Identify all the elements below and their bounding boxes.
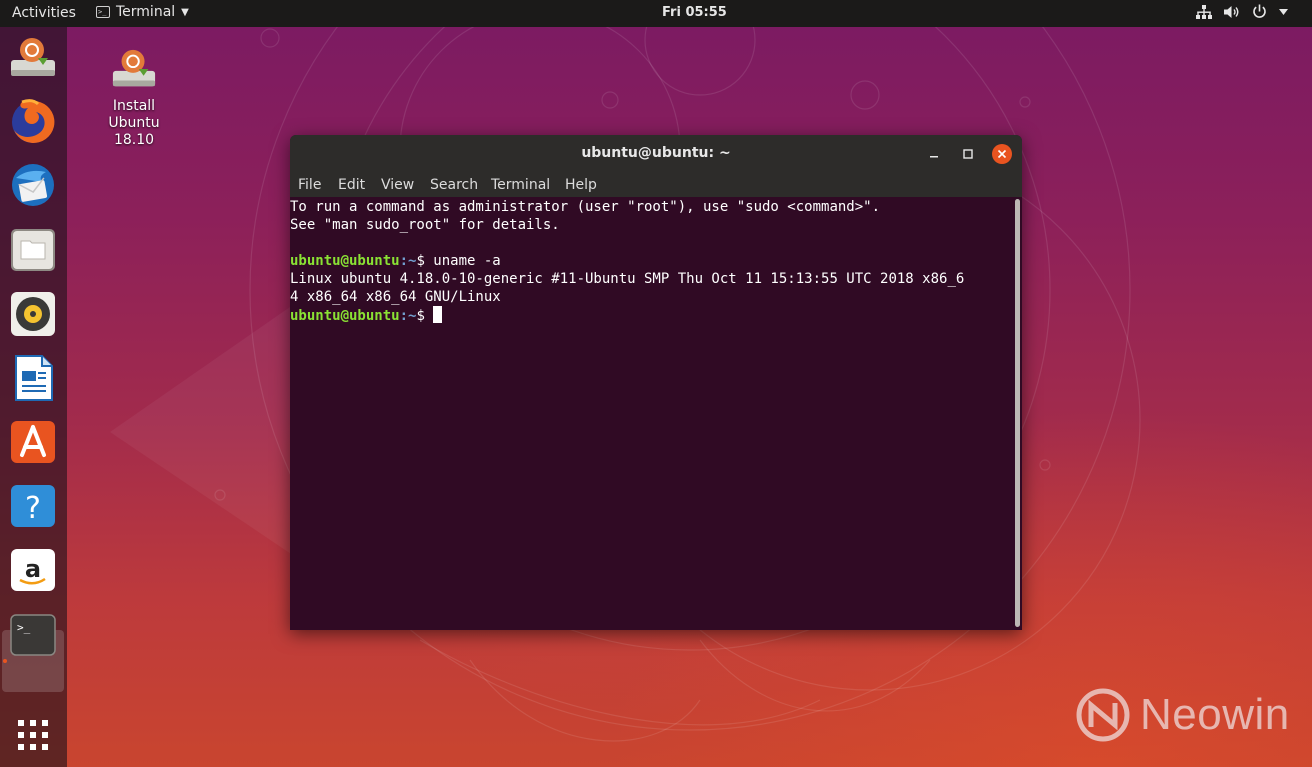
app-menu-label: Terminal: [116, 4, 176, 20]
prompt-user: ubuntu@ubuntu: [290, 253, 400, 269]
network-icon: [1196, 4, 1212, 19]
installer-icon: [112, 49, 156, 87]
dock-item-writer[interactable]: [8, 353, 58, 403]
terminal-icon: >_: [10, 614, 56, 656]
desktop-install-ubuntu[interactable]: Install Ubuntu 18.10: [99, 46, 169, 149]
files-icon: [11, 229, 55, 271]
thunderbird-icon: [12, 164, 54, 206]
maximize-icon: [963, 149, 973, 159]
watermark-text: Neowin: [1140, 690, 1290, 739]
terminal-prompt-line: ubuntu@ubuntu:~$: [290, 306, 443, 325]
desktop-icon-label: Install Ubuntu 18.10: [108, 98, 160, 148]
window-titlebar[interactable]: ubuntu@ubuntu: ~: [290, 135, 1022, 173]
app-grid-icon: [18, 720, 48, 750]
terminal-line: See "man sudo_root" for details.: [290, 217, 560, 233]
terminal-window: ubuntu@ubuntu: ~ File Edit View Search T…: [290, 135, 1022, 630]
prompt-path: :~: [399, 308, 417, 324]
menu-help[interactable]: Help: [565, 177, 597, 193]
terminal-line: Linux ubuntu 4.18.0-10-generic #11-Ubunt…: [290, 271, 965, 287]
dock-item-install-ubuntu[interactable]: [8, 32, 58, 82]
installer-icon: [11, 38, 55, 76]
dock-item-rhythmbox[interactable]: [8, 289, 58, 339]
dock-item-help[interactable]: ?: [8, 481, 58, 531]
terminal-icon: >_: [96, 6, 110, 18]
dock-item-thunderbird[interactable]: [8, 160, 58, 210]
svg-text:a: a: [25, 555, 41, 583]
terminal-cursor: [433, 306, 443, 323]
terminal-scrollbar[interactable]: [1014, 197, 1022, 630]
svg-text:?: ?: [25, 491, 41, 526]
volume-icon: [1224, 5, 1240, 19]
running-indicator: [3, 659, 7, 663]
help-icon: ?: [11, 485, 55, 527]
maximize-button[interactable]: [958, 144, 978, 164]
svg-text:>_: >_: [17, 621, 31, 634]
neowin-watermark: Neowin: [1076, 688, 1290, 742]
dock-item-firefox[interactable]: [8, 96, 58, 146]
prompt-path: :~: [399, 253, 417, 269]
top-bar: Activities >_ Terminal ▼ Fri 05:55: [0, 0, 1312, 27]
app-menu-button[interactable]: >_ Terminal ▼: [96, 4, 189, 20]
prompt-user: ubuntu@ubuntu: [290, 308, 400, 324]
scrollbar-thumb[interactable]: [1015, 199, 1020, 627]
minimize-icon: [930, 156, 938, 158]
writer-icon: [15, 355, 53, 401]
dock-item-ubuntu-software[interactable]: [8, 417, 58, 467]
window-title: ubuntu@ubuntu: ~: [581, 145, 731, 161]
menu-view[interactable]: View: [381, 177, 414, 193]
menu-terminal[interactable]: Terminal: [491, 177, 550, 193]
system-menu-button[interactable]: [1196, 4, 1288, 19]
dock-item-terminal[interactable]: >_: [8, 610, 58, 660]
clock[interactable]: Fri 05:55: [662, 5, 727, 20]
close-button[interactable]: [992, 144, 1012, 164]
power-icon: [1252, 4, 1267, 19]
menu-edit[interactable]: Edit: [338, 177, 365, 193]
prompt-symbol: $: [416, 253, 434, 269]
activities-button[interactable]: Activities: [12, 5, 76, 21]
firefox-icon: [12, 99, 55, 143]
dock-item-amazon[interactable]: a: [8, 545, 58, 595]
menu-search[interactable]: Search: [430, 177, 478, 193]
close-icon: [992, 144, 1012, 164]
chevron-down-icon: ▼: [181, 6, 189, 18]
software-icon: [11, 421, 55, 463]
dock: ? a >_: [0, 27, 67, 767]
rhythmbox-icon: [11, 292, 55, 336]
prompt-symbol: $: [416, 308, 434, 324]
chevron-down-icon: [1279, 8, 1288, 15]
menu-file[interactable]: File: [298, 177, 321, 193]
terminal-line: 4 x86_64 x86_64 GNU/Linux: [290, 289, 501, 305]
dock-item-files[interactable]: [8, 224, 58, 274]
terminal-output[interactable]: To run a command as administrator (user …: [290, 197, 1014, 630]
terminal-prompt-line: ubuntu@ubuntu:~$ uname -a: [290, 252, 501, 270]
minimize-button[interactable]: [924, 144, 944, 164]
neowin-logo-icon: [1076, 688, 1130, 742]
show-applications-button[interactable]: [8, 710, 58, 760]
menu-bar: File Edit View Search Terminal Help: [290, 173, 1022, 197]
amazon-icon: a: [11, 549, 55, 591]
terminal-command: uname -a: [433, 253, 501, 269]
terminal-line: To run a command as administrator (user …: [290, 199, 881, 215]
